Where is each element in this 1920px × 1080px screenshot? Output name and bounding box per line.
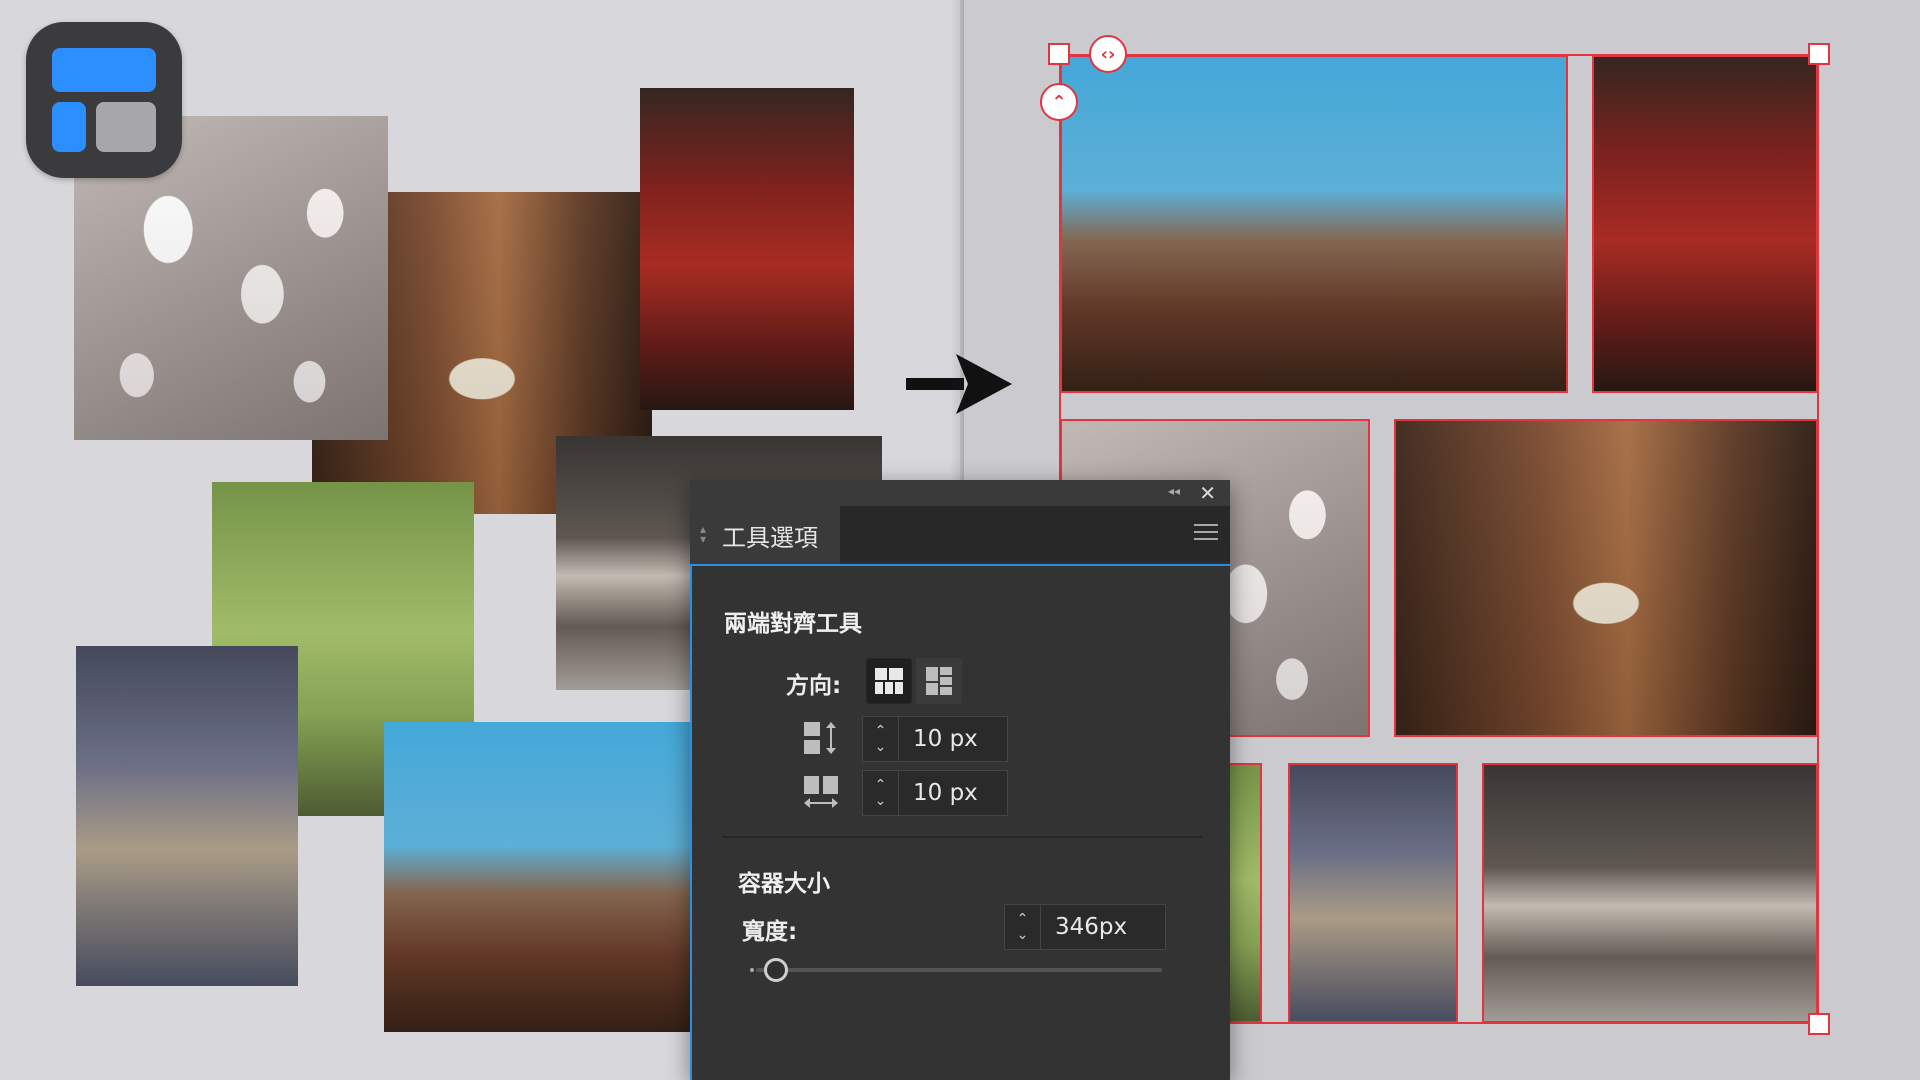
vertical-spacing-stepper[interactable]: ⌃ ⌄ bbox=[862, 716, 898, 762]
vertical-spacing-icon bbox=[804, 722, 836, 754]
justified-layout-app-icon bbox=[26, 22, 182, 178]
vertical-resize-handle-icon[interactable]: ⌃ bbox=[1040, 83, 1078, 121]
width-slider-track[interactable] bbox=[756, 968, 1162, 972]
tool-options-panel: ◂◂ ✕ ▴ ▾ 工具選項 兩端對齊工具 方向: ⌃ ⌄ 10 px ⌃ ⌄ 1… bbox=[690, 480, 1230, 1080]
horizontal-resize-handle-icon[interactable]: ‹› bbox=[1089, 35, 1127, 73]
grid-cell-outline bbox=[1592, 55, 1818, 393]
resize-handle-top-right[interactable] bbox=[1808, 43, 1830, 65]
grid-cell-outline bbox=[1288, 763, 1458, 1023]
photo-shrine-gate-loose bbox=[640, 88, 854, 410]
grid-cell-outline bbox=[1060, 55, 1568, 393]
double-chevron-left-icon[interactable]: ◂◂ bbox=[1168, 484, 1180, 498]
horizontal-spacing-input[interactable]: 10 px bbox=[898, 770, 1008, 816]
direction-columns-button[interactable] bbox=[916, 658, 962, 704]
tab-label: 工具選項 bbox=[722, 523, 818, 552]
width-slider-knob[interactable] bbox=[764, 958, 789, 982]
resize-handle-top-left[interactable] bbox=[1048, 43, 1070, 65]
close-icon[interactable]: ✕ bbox=[1199, 480, 1216, 506]
arrow-right-icon bbox=[906, 354, 1012, 414]
direction-label: 方向: bbox=[786, 673, 842, 699]
vertical-spacing-input[interactable]: 10 px bbox=[898, 716, 1008, 762]
photo-temple-roof-loose bbox=[384, 722, 714, 1032]
horizontal-spacing-stepper[interactable]: ⌃ ⌄ bbox=[862, 770, 898, 816]
hamburger-menu-icon[interactable] bbox=[1194, 524, 1218, 542]
panel-title-bar: ◂◂ ✕ bbox=[690, 480, 1230, 506]
grip-icon[interactable]: ▴ ▾ bbox=[700, 523, 706, 545]
width-stepper[interactable]: ⌃ ⌄ bbox=[1004, 904, 1040, 950]
direction-rows-button[interactable] bbox=[866, 658, 912, 704]
columns-icon bbox=[926, 667, 952, 695]
width-label: 寬度: bbox=[742, 919, 798, 945]
photo-lantern-festival-loose bbox=[76, 646, 298, 986]
container-size-title: 容器大小 bbox=[738, 871, 830, 897]
resize-handle-bottom-right[interactable] bbox=[1808, 1013, 1830, 1035]
width-input[interactable]: 346px bbox=[1040, 904, 1166, 950]
tab-tool-options[interactable]: ▴ ▾ 工具選項 bbox=[690, 506, 840, 564]
slider-min-dot bbox=[750, 968, 754, 972]
section-divider bbox=[722, 836, 1202, 838]
panel-body: 兩端對齊工具 方向: ⌃ ⌄ 10 px ⌃ ⌄ 10 px 容器大小 寬度: … bbox=[690, 564, 1230, 1080]
grid-cell-outline bbox=[1394, 419, 1818, 737]
grid-cell-outline bbox=[1482, 763, 1818, 1023]
horizontal-spacing-icon bbox=[804, 776, 838, 808]
rows-icon bbox=[875, 668, 903, 694]
section-title: 兩端對齊工具 bbox=[724, 611, 862, 637]
